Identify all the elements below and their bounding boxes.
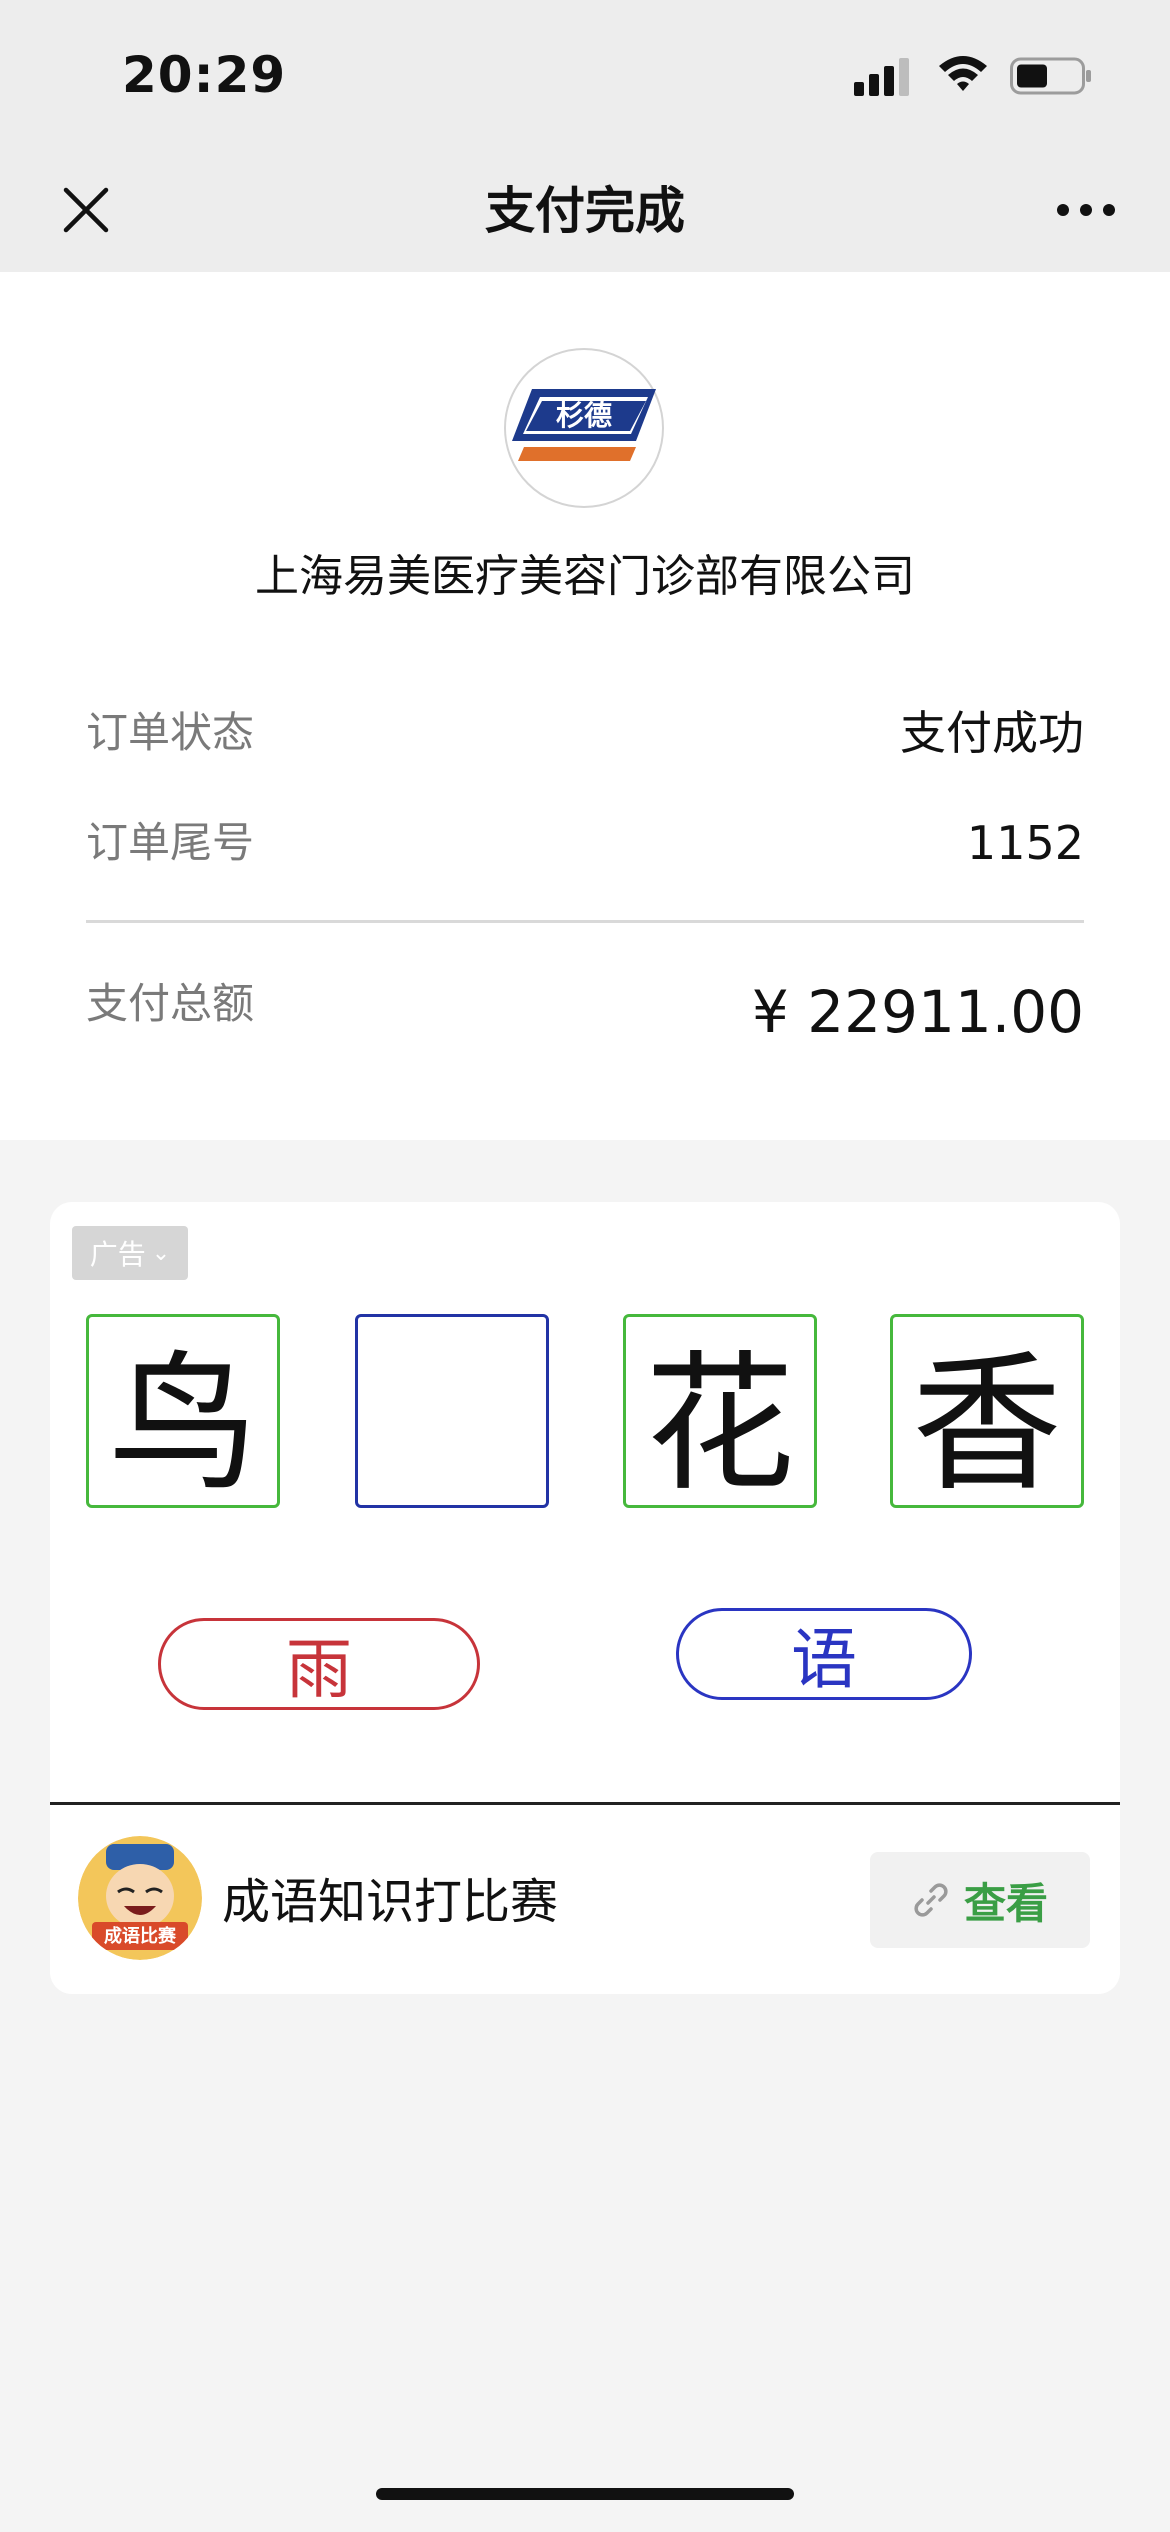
order-status-row: 订单状态 支付成功 <box>86 698 1084 768</box>
merchant-name: 上海易美医疗美容门诊部有限公司 <box>255 551 915 602</box>
home-indicator[interactable] <box>376 2488 794 2500</box>
close-button[interactable] <box>50 174 122 246</box>
status-time: 20:29 <box>122 46 287 104</box>
battery-icon <box>1010 57 1091 95</box>
status-bar: 20:29 <box>0 0 1170 150</box>
payment-total-value: ¥ 22911.00 <box>751 978 1084 1046</box>
order-status-value: 支付成功 <box>900 706 1084 760</box>
merchant-logo: 杉德 <box>504 348 664 508</box>
wifi-icon <box>939 56 987 91</box>
choice-option[interactable]: 雨 <box>158 1618 480 1710</box>
order-tail-value: 1152 <box>966 816 1084 870</box>
close-icon <box>63 187 109 233</box>
divider <box>50 1802 1120 1805</box>
choice-option[interactable]: 语 <box>676 1608 972 1700</box>
app-name: 成语知识打比赛 <box>222 1874 559 1930</box>
view-button[interactable]: 查看 <box>870 1852 1090 1948</box>
idiom-blank-box <box>355 1314 549 1508</box>
idiom-char-box: 鸟 <box>86 1314 280 1512</box>
link-icon <box>914 1883 948 1917</box>
merchant-logo-text: 杉德 <box>556 399 612 432</box>
page-title: 支付完成 <box>485 182 685 240</box>
payment-total-label: 支付总额 <box>86 979 255 1028</box>
more-options-button[interactable] <box>1046 174 1126 246</box>
order-status-label: 订单状态 <box>86 708 255 757</box>
idiom-char-box: 花 <box>623 1314 817 1512</box>
merchant-logo-mark: 杉德 <box>512 389 656 461</box>
ad-image[interactable]: 广告 ⌄ 鸟 花 香 雨 语 <box>50 1202 1120 1802</box>
app-avatar: 成语比赛 <box>78 1836 202 1960</box>
ad-tag[interactable]: 广告 ⌄ <box>72 1226 188 1280</box>
app-badge-text: 成语比赛 <box>104 1925 177 1947</box>
app-avatar-icon: 成语比赛 <box>78 1836 202 1960</box>
payment-total-row: 支付总额 ¥ 22911.00 <box>86 964 1084 1054</box>
more-dots-icon <box>1057 204 1115 216</box>
idiom-char-box: 香 <box>890 1314 1084 1512</box>
order-panel: 杉德 上海易美医疗美容门诊部有限公司 订单状态 支付成功 订单尾号 1152 支… <box>0 272 1170 1140</box>
cellular-signal-icon <box>854 58 909 96</box>
view-button-label: 查看 <box>963 1878 1048 1928</box>
order-tail-label: 订单尾号 <box>86 818 255 867</box>
ad-footer: 成语比赛 成语知识打比赛 查看 <box>50 1802 1120 1994</box>
nav-bar: 支付完成 <box>0 150 1170 272</box>
order-tail-row: 订单尾号 1152 <box>86 808 1084 878</box>
ad-tag-label: 广告 <box>89 1238 146 1271</box>
chevron-down-icon: ⌄ <box>151 1240 171 1266</box>
ad-card[interactable]: 广告 ⌄ 鸟 花 香 雨 语 成语比赛 成语知识打比赛 查看 <box>50 1202 1120 1994</box>
divider <box>86 920 1084 923</box>
